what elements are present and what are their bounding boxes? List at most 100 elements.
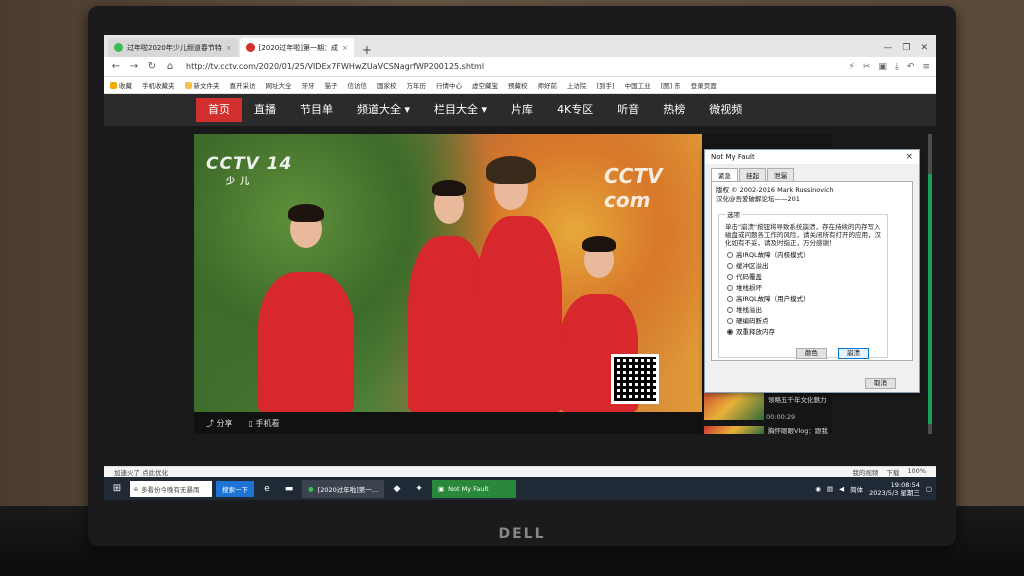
- maximize-icon[interactable]: ❐: [902, 43, 910, 53]
- bookmark-item[interactable]: [图] 东: [661, 80, 681, 90]
- cctv14-logo: CCTV 14 少 儿: [206, 154, 293, 187]
- radio-icon: [727, 285, 733, 291]
- bookmark-item[interactable]: [到手]: [597, 80, 615, 90]
- bookmark-item[interactable]: 新文件夹: [184, 80, 220, 90]
- bookmark-item[interactable]: 猫子: [325, 80, 338, 90]
- option-buffer-overflow[interactable]: 缓冲区溢出: [727, 262, 879, 270]
- option-high-irql-user[interactable]: 高IRQL故障（用户模式）: [727, 295, 879, 303]
- taskbar-search-box[interactable]: e 多看份今晚有无暴雨: [130, 480, 212, 497]
- nav-item-library[interactable]: 片库: [499, 98, 545, 122]
- tab-crash[interactable]: 紧急: [711, 168, 738, 181]
- mobile-watch-button[interactable]: ▯ 手机看: [249, 418, 280, 429]
- nav-item-live[interactable]: 直播: [242, 98, 288, 122]
- forward-icon[interactable]: →: [128, 61, 140, 72]
- host-woman-hair: [288, 204, 324, 222]
- windows-start-icon[interactable]: ⊞: [108, 481, 126, 497]
- bookmark-item[interactable]: 收藏: [110, 80, 132, 90]
- bookmark-item[interactable]: 喜开采访: [230, 80, 256, 90]
- option-double-free[interactable]: 双重释放内存: [727, 328, 879, 336]
- page-scrollbar[interactable]: [928, 134, 932, 434]
- close-tab-icon[interactable]: ×: [226, 44, 232, 52]
- radio-icon: [727, 274, 733, 280]
- app-icon[interactable]: ◆: [388, 481, 406, 497]
- option-stack-overflow[interactable]: 堆栈溢出: [727, 306, 879, 314]
- close-tab-icon[interactable]: ×: [342, 44, 348, 52]
- bookmark-item[interactable]: 师好前: [538, 80, 558, 90]
- crash-button[interactable]: 崩溃: [838, 348, 869, 359]
- share-button[interactable]: ⤴ 分享: [206, 418, 233, 429]
- taskbar-app-browser[interactable]: ● [2020过年啦]第一...: [302, 479, 384, 498]
- bookmark-item[interactable]: 上访院: [567, 80, 587, 90]
- new-tab-button[interactable]: +: [356, 43, 378, 57]
- back-icon[interactable]: ←: [110, 61, 122, 72]
- video-thumbnail[interactable]: [704, 426, 764, 434]
- nav-item-microvideo[interactable]: 微视频: [697, 98, 754, 122]
- bookmark-item[interactable]: 信访信: [348, 80, 368, 90]
- bookmark-item[interactable]: 行情中心: [436, 80, 462, 90]
- undo-icon[interactable]: ↶: [907, 62, 915, 72]
- scissors-icon[interactable]: ✂: [863, 62, 871, 72]
- extension-icon[interactable]: ▣: [878, 62, 887, 72]
- site-nav: 首页 直播 节目单 频道大全 ▾ 栏目大全 ▾ 片库 4K专区 听音 热榜 微视…: [104, 94, 936, 126]
- group-label: 选项: [725, 209, 742, 219]
- clock-date: 2023/5/3 星期三: [869, 488, 920, 497]
- bird-app-icon[interactable]: ✦: [410, 481, 428, 497]
- cancel-button[interactable]: 取消: [865, 378, 896, 389]
- volume-icon[interactable]: ◀: [839, 485, 844, 493]
- nav-item-channels[interactable]: 频道大全 ▾: [345, 98, 422, 122]
- bookmark-item[interactable]: 中国工业: [625, 80, 651, 90]
- reload-icon[interactable]: ↻: [146, 61, 158, 72]
- file-explorer-icon[interactable]: ▬: [280, 481, 298, 497]
- taskbar-clock[interactable]: 19:08:54 2023/5/3 星期三: [869, 481, 920, 497]
- option-high-irql-kernel[interactable]: 高IRQL故障（内核模式）: [727, 251, 879, 259]
- menu-icon[interactable]: ≡: [922, 62, 930, 72]
- my-videos-link[interactable]: 我的视频: [852, 467, 878, 477]
- bookmark-item[interactable]: 万年历: [407, 80, 427, 90]
- notification-icon[interactable]: ▢: [926, 485, 932, 493]
- bookmark-item[interactable]: 手机收藏夹: [142, 80, 175, 90]
- video-player[interactable]: CCTV 14 少 儿 CCTV com: [194, 134, 702, 412]
- browser-tab-2[interactable]: [2020过年啦]第一期：成 ×: [239, 38, 354, 57]
- home-icon[interactable]: ⌂: [164, 61, 176, 72]
- url-field[interactable]: http://tv.cctv.com/2020/01/25/VIDEx7FWHw…: [182, 62, 843, 71]
- downloads-link[interactable]: 下载: [886, 467, 899, 477]
- browser-tab-1[interactable]: 过年啦2020年少儿频道春节特 ×: [108, 38, 238, 57]
- host-man-1-hair: [432, 180, 466, 196]
- minimize-icon[interactable]: —: [883, 43, 892, 53]
- child-hair: [582, 236, 616, 252]
- close-icon[interactable]: ×: [905, 152, 913, 162]
- download-icon[interactable]: ⤓: [895, 62, 899, 72]
- color-button[interactable]: 颜色: [796, 348, 827, 359]
- zoom-level[interactable]: 100%: [907, 467, 926, 477]
- option-hardcoded-breakpoint[interactable]: 硬编码断点: [727, 317, 879, 325]
- nav-item-columns[interactable]: 栏目大全 ▾: [422, 98, 499, 122]
- bookmark-item[interactable]: 登录页面: [691, 80, 717, 90]
- nav-item-trending[interactable]: 热榜: [651, 98, 697, 122]
- search-icon: e: [134, 484, 138, 493]
- bookmark-item[interactable]: 预藏校: [508, 80, 528, 90]
- nav-item-4k[interactable]: 4K专区: [545, 98, 605, 122]
- tab-leak[interactable]: 泄漏: [767, 168, 794, 181]
- laptop-screen: 过年啦2020年少儿频道春节特 × [2020过年啦]第一期：成 × + — ❐…: [104, 35, 936, 500]
- edge-icon[interactable]: e: [258, 481, 276, 497]
- option-stack-trash[interactable]: 堆栈损坏: [727, 284, 879, 292]
- nav-item-schedule[interactable]: 节目单: [288, 98, 345, 122]
- taskbar-app-notmyfault[interactable]: ▣ Not My Fault: [431, 479, 516, 498]
- close-window-icon[interactable]: ✕: [920, 43, 928, 53]
- speedup-link[interactable]: 加速火了 点此优化: [114, 467, 168, 477]
- taskbar-search-button[interactable]: 搜索一下: [216, 480, 254, 497]
- bookmark-item[interactable]: 国家校: [377, 80, 397, 90]
- network-icon[interactable]: ▤: [827, 485, 833, 493]
- nav-item-audio[interactable]: 听音: [605, 98, 651, 122]
- related-video-title[interactable]: 胸怀眼眼Vlog：跟我: [768, 426, 830, 437]
- bookmark-item[interactable]: 牙牙: [302, 80, 315, 90]
- tray-app-icon[interactable]: ◉: [815, 485, 821, 493]
- scrollbar-thumb[interactable]: [928, 174, 932, 424]
- option-code-overwrite[interactable]: 代码覆盖: [727, 273, 879, 281]
- bookmark-item[interactable]: 虚空藏宝: [472, 80, 498, 90]
- tab-hang[interactable]: 挂起: [739, 168, 766, 181]
- nav-item-home[interactable]: 首页: [196, 98, 242, 122]
- lightning-icon[interactable]: ⚡: [849, 62, 855, 72]
- ime-indicator[interactable]: 简体: [850, 484, 863, 494]
- bookmark-item[interactable]: 网址大全: [266, 80, 292, 90]
